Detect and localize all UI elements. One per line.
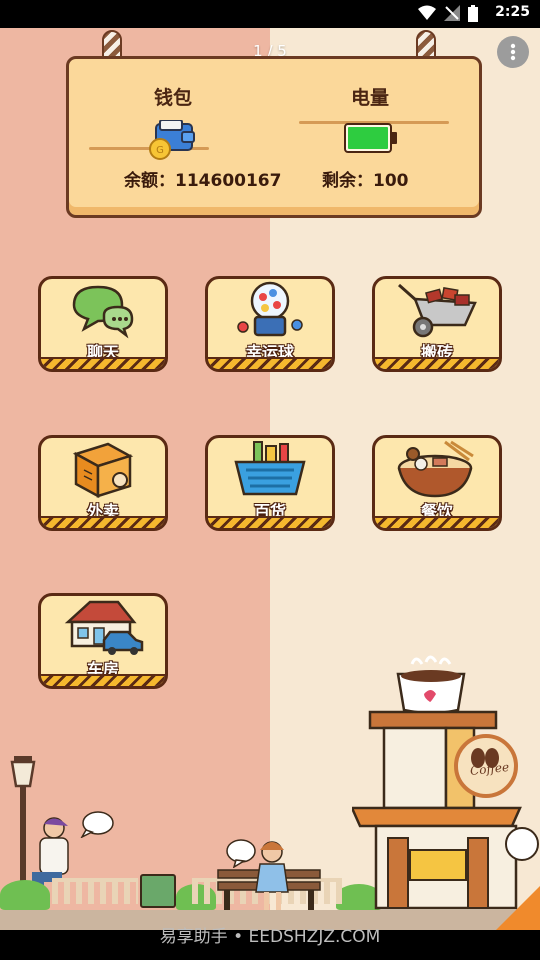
app-lucky-ball[interactable]: 幸运球: [205, 276, 335, 372]
noodle-bowl-icon: [397, 440, 474, 498]
app-label: 幸运球: [245, 343, 294, 362]
fence: [52, 878, 138, 904]
app-label: 外卖: [86, 502, 119, 521]
wheelbarrow-bricks-icon: [398, 283, 477, 338]
more-menu-button[interactable]: [497, 36, 529, 68]
coffee-shop-icon: [352, 655, 539, 910]
bush: [0, 880, 50, 910]
app-department-store[interactable]: 百货: [205, 435, 335, 531]
status-sign: 钱包 电量 G 余额：114600167 剩余：100: [66, 30, 482, 222]
wallet-title: 钱包: [154, 87, 193, 109]
wifi-icon: [418, 5, 436, 20]
delivery-box-icon: [72, 442, 134, 498]
battery-remaining: 剩余：100: [322, 171, 409, 191]
app-move-bricks[interactable]: 搬砖: [372, 276, 502, 372]
app-label: 搬砖: [420, 343, 453, 362]
app-catering[interactable]: 餐饮: [372, 435, 502, 531]
gumball-machine-icon: [237, 281, 303, 337]
watermark: 易享助手 • EEDSHZJZ.COM: [0, 927, 540, 960]
app-label: 餐饮: [420, 502, 453, 521]
corner-decoration: [496, 886, 540, 930]
app-chat[interactable]: 聊天: [38, 276, 168, 372]
watermark-text: 易享助手 • EEDSHZJZ.COM: [159, 927, 381, 947]
svg-text:G: G: [156, 145, 164, 156]
shopping-basket-icon: [234, 441, 306, 496]
app-takeout[interactable]: 外卖: [38, 435, 168, 531]
sign-board: [66, 56, 482, 218]
speech-bubble-icon: [80, 811, 114, 838]
no-signal-icon: [444, 5, 460, 21]
more-vertical-icon: [510, 43, 516, 61]
status-bar: 2:25: [0, 0, 540, 28]
wallet-icon[interactable]: G: [148, 120, 196, 160]
street-scene: Coffee: [0, 640, 540, 930]
app-label: 百货: [253, 502, 286, 521]
battery-level-icon: [344, 123, 397, 153]
speech-bubble-icon: [226, 839, 256, 868]
chat-bubbles-icon: [72, 285, 134, 339]
battery-status-icon: [468, 5, 478, 22]
clock: 2:25: [495, 4, 530, 20]
trash-bin: [140, 874, 176, 908]
wallet-balance: 余额：114600167: [124, 171, 282, 191]
app-label: 聊天: [86, 343, 119, 362]
battery-title: 电量: [351, 87, 390, 109]
